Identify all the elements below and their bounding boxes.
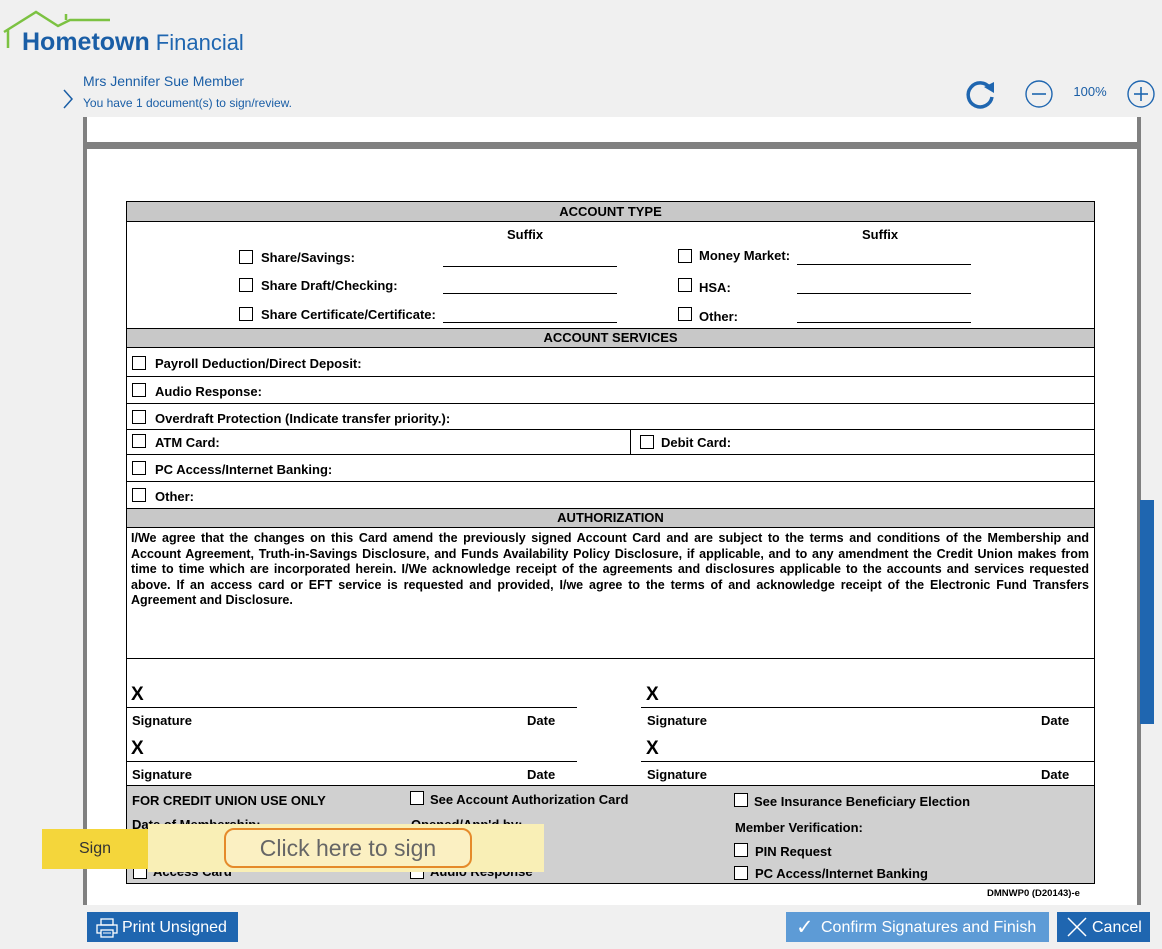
checkbox-pc-access [132, 461, 146, 475]
scrollbar-thumb[interactable] [1140, 500, 1154, 724]
signature-x: X [131, 684, 144, 705]
sign-tag: Sign [42, 829, 148, 869]
label-other-service: Other: [155, 489, 194, 504]
label-share-savings: Share/Savings: [261, 250, 355, 265]
brand-name: Hometown Financial [22, 28, 244, 57]
document-status: You have 1 document(s) to sign/review. [83, 96, 293, 110]
label-see-insurance: See Insurance Beneficiary Election [754, 794, 971, 809]
checkbox-other-service [132, 488, 146, 502]
label-atm-card: ATM Card: [155, 435, 220, 450]
label-overdraft: Overdraft Protection (Indicate transfer … [155, 411, 451, 426]
checkbox-see-auth-card [410, 791, 424, 805]
suffix-line [443, 293, 617, 294]
signature-line [641, 761, 1095, 762]
date-label: Date [527, 767, 556, 782]
form-id: DMNWP0 (D20143)-e [987, 888, 1080, 899]
signature-x: X [131, 738, 144, 759]
zoom-out-icon[interactable] [1024, 79, 1054, 109]
checkbox-pin-request [734, 843, 748, 857]
label-hsa: HSA: [699, 280, 731, 295]
suffix-line [797, 264, 971, 265]
label-debit-card: Debit Card: [661, 435, 732, 450]
suffix-label-right: Suffix [862, 227, 899, 242]
row-divider [126, 454, 1095, 455]
print-unsigned-button[interactable]: Print Unsigned [87, 912, 238, 942]
suffix-line [443, 322, 617, 323]
zoom-level: 100% [1073, 84, 1107, 99]
user-name: Mrs Jennifer Sue Member [83, 73, 245, 89]
checkbox-other-type [678, 307, 692, 321]
cancel-label: Cancel [1092, 919, 1142, 936]
authorization-text: I/We agree that the changes on this Card… [131, 531, 1089, 607]
refresh-icon[interactable] [963, 78, 997, 112]
checkbox-pc-access-cu [734, 866, 748, 880]
signature-label: Signature [132, 713, 192, 728]
cu-use-title: FOR CREDIT UNION USE ONLY [132, 793, 326, 808]
row-divider [126, 403, 1095, 404]
checkbox-share-savings [239, 250, 253, 264]
suffix-line [797, 293, 971, 294]
page-separator [87, 142, 1137, 149]
label-audio-response: Audio Response: [155, 384, 262, 399]
print-unsigned-label: Print Unsigned [122, 919, 227, 936]
date-label: Date [1041, 713, 1070, 728]
signature-x: X [646, 684, 659, 705]
checkbox-audio-response [132, 383, 146, 397]
label-member-verification: Member Verification: [735, 820, 863, 835]
cell-divider [630, 429, 631, 454]
checkbox-hsa [678, 278, 692, 292]
row-divider [126, 658, 1095, 659]
label-pc-access: PC Access/Internet Banking: [155, 462, 333, 477]
row-divider [126, 481, 1095, 482]
confirm-signatures-button[interactable]: ✓ Confirm Signatures and Finish [786, 912, 1049, 942]
checkbox-money-market [678, 249, 692, 263]
label-share-certificate: Share Certificate/Certificate: [261, 307, 436, 322]
suffix-label-left: Suffix [507, 227, 544, 242]
label-other-type: Other: [699, 309, 738, 324]
signature-label: Signature [132, 767, 192, 782]
checkbox-see-insurance [734, 793, 748, 807]
suffix-line [797, 322, 971, 323]
chevron-right-icon[interactable] [62, 88, 74, 110]
label-pin-request: PIN Request [755, 844, 832, 859]
label-pc-access-cu: PC Access/Internet Banking [755, 866, 928, 881]
brand-name-bold: Hometown [22, 28, 150, 56]
signature-line [127, 707, 577, 708]
section-account-services: ACCOUNT SERVICES [126, 328, 1095, 348]
date-label: Date [527, 713, 556, 728]
signature-label: Signature [647, 713, 707, 728]
checkbox-share-draft [239, 278, 253, 292]
checkbox-share-certificate [239, 307, 253, 321]
zoom-in-icon[interactable] [1126, 79, 1156, 109]
signature-x: X [646, 738, 659, 759]
checkmark-icon: ✓ [796, 916, 814, 939]
suffix-line [443, 266, 617, 267]
checkbox-payroll [132, 356, 146, 370]
signature-line [127, 761, 577, 762]
row-divider [126, 429, 1095, 430]
section-account-type: ACCOUNT TYPE [126, 201, 1095, 222]
row-divider [126, 785, 1095, 786]
signature-line [641, 707, 1095, 708]
label-payroll: Payroll Deduction/Direct Deposit: [155, 356, 362, 371]
row-divider [126, 376, 1095, 377]
label-share-draft: Share Draft/Checking: [261, 278, 398, 293]
label-see-auth-card: See Account Authorization Card [430, 792, 629, 807]
checkbox-overdraft [132, 410, 146, 424]
click-to-sign-button[interactable]: Click here to sign [224, 828, 472, 868]
checkbox-atm-card [132, 434, 146, 448]
cancel-button[interactable]: Cancel [1057, 912, 1150, 942]
section-authorization: AUTHORIZATION [126, 508, 1095, 528]
close-icon [1067, 917, 1087, 937]
date-label: Date [1041, 767, 1070, 782]
confirm-signatures-label: Confirm Signatures and Finish [821, 919, 1037, 936]
checkbox-debit-card [640, 435, 654, 449]
signature-label: Signature [647, 767, 707, 782]
brand-name-rest: Financial [155, 30, 244, 55]
printer-icon [96, 918, 118, 938]
label-money-market: Money Market: [699, 248, 791, 263]
